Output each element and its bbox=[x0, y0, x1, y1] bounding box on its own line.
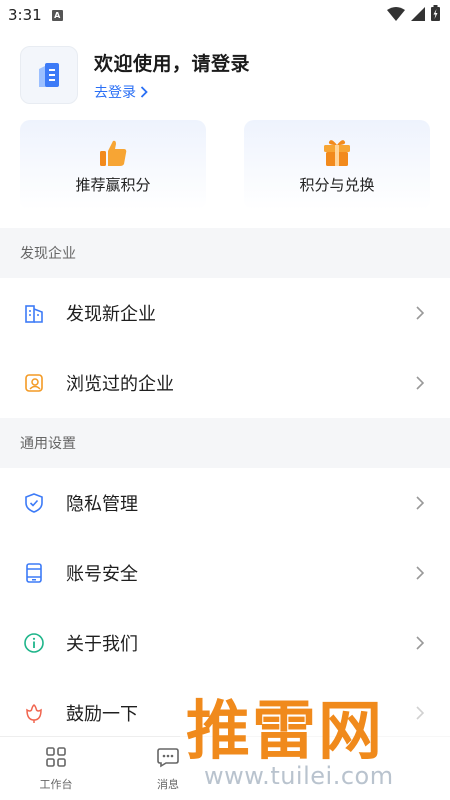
wifi-icon bbox=[387, 6, 405, 25]
card-label: 积分与兑换 bbox=[299, 175, 375, 194]
profile-header[interactable]: 欢迎使用，请登录 去登录 bbox=[0, 30, 450, 120]
nav-messages[interactable]: 消息 bbox=[112, 737, 224, 800]
login-link-label[interactable]: 去登录 bbox=[94, 82, 136, 102]
chevron-right-icon bbox=[140, 85, 148, 98]
menu-item-privacy[interactable]: 隐私管理 bbox=[0, 468, 450, 538]
chevron-right-icon bbox=[414, 566, 426, 580]
phone-icon bbox=[22, 561, 46, 585]
chevron-right-icon bbox=[414, 496, 426, 510]
card-points-exchange[interactable]: 积分与兑换 bbox=[244, 120, 430, 210]
gift-icon bbox=[320, 136, 354, 170]
nav-label: 工作台 bbox=[39, 778, 73, 791]
status-time: 3:31 bbox=[8, 6, 42, 24]
menu-item-about-us[interactable]: 关于我们 bbox=[0, 608, 450, 678]
bottom-nav: 工作台 消息 bbox=[0, 736, 450, 800]
app-notification-icon: A bbox=[51, 9, 63, 21]
welcome-text: 欢迎使用，请登录 bbox=[94, 52, 251, 75]
chevron-right-icon bbox=[414, 306, 426, 320]
nav-workbench[interactable]: 工作台 bbox=[0, 737, 112, 800]
avatar[interactable] bbox=[20, 46, 78, 104]
menu-item-label: 隐私管理 bbox=[66, 494, 138, 515]
menu-item-label: 鼓励一下 bbox=[66, 704, 138, 725]
message-icon bbox=[156, 745, 180, 773]
flower-icon bbox=[22, 701, 46, 725]
menu-item-account-security[interactable]: 账号安全 bbox=[0, 538, 450, 608]
history-icon bbox=[22, 371, 46, 395]
info-icon bbox=[22, 631, 46, 655]
chevron-right-icon bbox=[414, 706, 426, 720]
building-icon bbox=[22, 301, 46, 325]
battery-icon bbox=[431, 5, 440, 25]
company-logo-icon bbox=[39, 63, 59, 87]
menu-item-label: 发现新企业 bbox=[66, 304, 156, 325]
feature-cards: 推荐赢积分 积分与兑换 bbox=[0, 120, 450, 212]
grid-icon bbox=[44, 745, 68, 773]
signal-icon bbox=[411, 6, 425, 25]
chevron-right-icon bbox=[414, 636, 426, 650]
menu-item-browsed-companies[interactable]: 浏览过的企业 bbox=[0, 348, 450, 418]
card-label: 推荐赢积分 bbox=[75, 175, 151, 194]
status-bar: 3:31 A bbox=[0, 0, 450, 30]
nav-label: 消息 bbox=[157, 778, 179, 791]
menu-item-label: 关于我们 bbox=[66, 634, 138, 655]
section-header-general-settings: 通用设置 bbox=[0, 418, 450, 468]
menu-item-discover-new-company[interactable]: 发现新企业 bbox=[0, 278, 450, 348]
shield-icon bbox=[22, 491, 46, 515]
card-referral-points[interactable]: 推荐赢积分 bbox=[20, 120, 206, 210]
menu-item-label: 浏览过的企业 bbox=[66, 374, 174, 395]
section-header-discover: 发现企业 bbox=[0, 228, 450, 278]
chevron-right-icon bbox=[414, 376, 426, 390]
thumbs-up-icon bbox=[96, 136, 130, 170]
login-link[interactable]: 去登录 bbox=[94, 82, 250, 102]
menu-item-label: 账号安全 bbox=[66, 564, 138, 585]
